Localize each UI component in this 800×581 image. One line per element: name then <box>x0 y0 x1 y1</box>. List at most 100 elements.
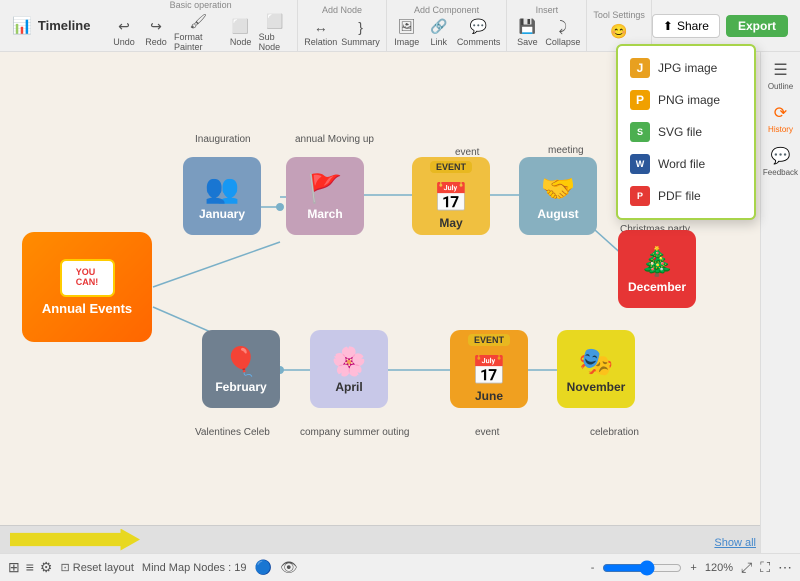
inauguration-label: Inauguration <box>195 134 251 145</box>
august-box: 🤝 August <box>519 157 597 235</box>
fit-icon[interactable]: ⤢ <box>741 559 752 576</box>
toolbar-section-basic: Basic operation ↩Undo ↪Redo 🖌Format Pain… <box>104 0 298 51</box>
export-word[interactable]: W Word file <box>618 148 754 180</box>
february-box: 🎈 February <box>202 330 280 408</box>
january-name: January <box>199 207 245 221</box>
bottom-icons: ⊞ ≡ ⚙ <box>8 559 52 576</box>
toolbar-section-add-component: Add Component 🖼Image 🔗Link 💬Comments <box>387 0 508 51</box>
export-pdf[interactable]: P PDF file <box>618 180 754 212</box>
april-node[interactable]: 🌸 April <box>310 330 388 408</box>
save-button[interactable]: 💾Save <box>513 17 541 47</box>
august-name: August <box>537 207 578 221</box>
valentines-label: Valentines Celeb <box>195 427 270 438</box>
section-label-insert: Insert <box>536 5 559 15</box>
central-box: YOUCAN! Annual Events <box>22 232 152 342</box>
may-icon: 📅 <box>434 181 469 214</box>
zoom-minus[interactable]: - <box>591 562 595 574</box>
collapse-button[interactable]: ⤸Collapse <box>545 17 580 47</box>
zoom-eye-icon: 👁 <box>280 559 298 576</box>
moving-up-label: annual Moving up <box>295 134 374 145</box>
june-name: June <box>475 389 503 403</box>
share-button[interactable]: ⬆ Share <box>652 14 720 38</box>
tool-settings-icon[interactable]: 😊 <box>605 22 633 42</box>
january-icon: 👥 <box>205 172 240 205</box>
export-png-label: PNG image <box>658 93 720 107</box>
summary-button[interactable]: }Summary <box>341 17 380 47</box>
jpg-icon: J <box>630 58 650 78</box>
image-button[interactable]: 🖼Image <box>393 17 421 47</box>
section-label-add-component: Add Component <box>414 5 479 15</box>
december-box: 🎄 December <box>618 230 696 308</box>
may-name: May <box>439 216 462 230</box>
april-name: April <box>335 380 362 394</box>
august-icon: 🤝 <box>541 172 576 205</box>
outline-icon: ☰ <box>770 60 790 80</box>
settings-icon[interactable]: ⚙ <box>40 559 53 576</box>
reset-layout-text: Reset layout <box>73 562 134 574</box>
export-pdf-label: PDF file <box>658 189 701 203</box>
section-label-tool-settings: Tool Settings <box>593 10 645 20</box>
zoom-level: 120% <box>705 562 733 574</box>
relation-button[interactable]: ↔Relation <box>304 17 337 47</box>
node-button[interactable]: ⬜Node <box>227 17 255 47</box>
february-node[interactable]: 🎈 February <box>202 330 280 408</box>
january-box: 👥 January <box>183 157 261 235</box>
export-jpg[interactable]: J JPG image <box>618 52 754 84</box>
reset-layout-button[interactable]: ⊡ Reset layout <box>60 561 133 574</box>
redo-button[interactable]: ↪Redo <box>142 17 170 47</box>
export-dropdown: J JPG image P PNG image S SVG file W Wor… <box>616 44 756 220</box>
export-svg[interactable]: S SVG file <box>618 116 754 148</box>
november-icon: 🎭 <box>579 345 614 378</box>
december-name: December <box>628 280 686 294</box>
zoom-slider[interactable] <box>602 560 682 576</box>
central-node[interactable]: YOUCAN! Annual Events <box>22 232 152 342</box>
node-icon-small: 🔵 <box>254 559 271 576</box>
march-icon: 🚩 <box>308 172 343 205</box>
outline-button[interactable]: ☰ Outline <box>768 60 793 91</box>
november-node[interactable]: 🎭 November <box>557 330 635 408</box>
celebration-label: celebration <box>590 427 639 438</box>
toolbar-section-add-node: Add Node ↔Relation }Summary <box>298 0 387 51</box>
export-word-label: Word file <box>658 157 705 171</box>
feedback-button[interactable]: 💬 Feedback <box>763 146 798 177</box>
you-can-badge: YOUCAN! <box>60 259 115 297</box>
june-node[interactable]: EVENT 📅 June <box>450 330 528 408</box>
bottom-bar-right: - + 120% ⤢ ⛶ ⋯ <box>591 559 792 576</box>
format-painter-button[interactable]: 🖌Format Painter <box>174 12 223 52</box>
export-button[interactable]: Export <box>726 15 788 37</box>
fullscreen-icon[interactable]: ⛶ <box>760 559 770 576</box>
march-name: March <box>307 207 342 221</box>
share-icon: ⬆ <box>663 19 673 33</box>
december-node[interactable]: 🎄 December <box>618 230 696 308</box>
reset-layout-icon: ⊡ <box>60 562 69 574</box>
outline-label: Outline <box>768 82 793 91</box>
november-box: 🎭 November <box>557 330 635 408</box>
april-icon: 🌸 <box>332 345 367 378</box>
june-icon: 📅 <box>472 354 507 387</box>
event-label-june: event <box>475 427 499 438</box>
history-button[interactable]: ⟳ History <box>768 103 793 134</box>
undo-button[interactable]: ↩Undo <box>110 17 138 47</box>
mind-map-nodes-info: Mind Map Nodes : 19 <box>142 562 247 574</box>
central-title: Annual Events <box>42 301 132 316</box>
sub-node-button[interactable]: ⬜Sub Node <box>259 12 292 52</box>
toolbar-section-insert: Insert 💾Save ⤸Collapse <box>507 0 587 51</box>
may-box: EVENT 📅 May <box>412 157 490 235</box>
january-node[interactable]: 👥 January <box>183 157 261 235</box>
show-all-button[interactable]: Show all <box>714 537 756 549</box>
february-name: February <box>215 380 266 394</box>
link-button[interactable]: 🔗Link <box>425 17 453 47</box>
november-name: November <box>567 380 626 394</box>
august-node[interactable]: 🤝 August <box>519 157 597 235</box>
zoom-plus[interactable]: + <box>690 562 696 574</box>
more-icon[interactable]: ⋯ <box>778 559 792 576</box>
svg-icon: S <box>630 122 650 142</box>
app-title: 📊 Timeline <box>4 16 104 36</box>
export-png[interactable]: P PNG image <box>618 84 754 116</box>
grid-icon[interactable]: ⊞ <box>8 559 20 576</box>
march-node[interactable]: 🚩 March <box>286 157 364 235</box>
list-icon[interactable]: ≡ <box>26 559 34 576</box>
word-icon: W <box>630 154 650 174</box>
may-node[interactable]: EVENT 📅 May <box>412 157 490 235</box>
comments-button[interactable]: 💬Comments <box>457 17 501 47</box>
